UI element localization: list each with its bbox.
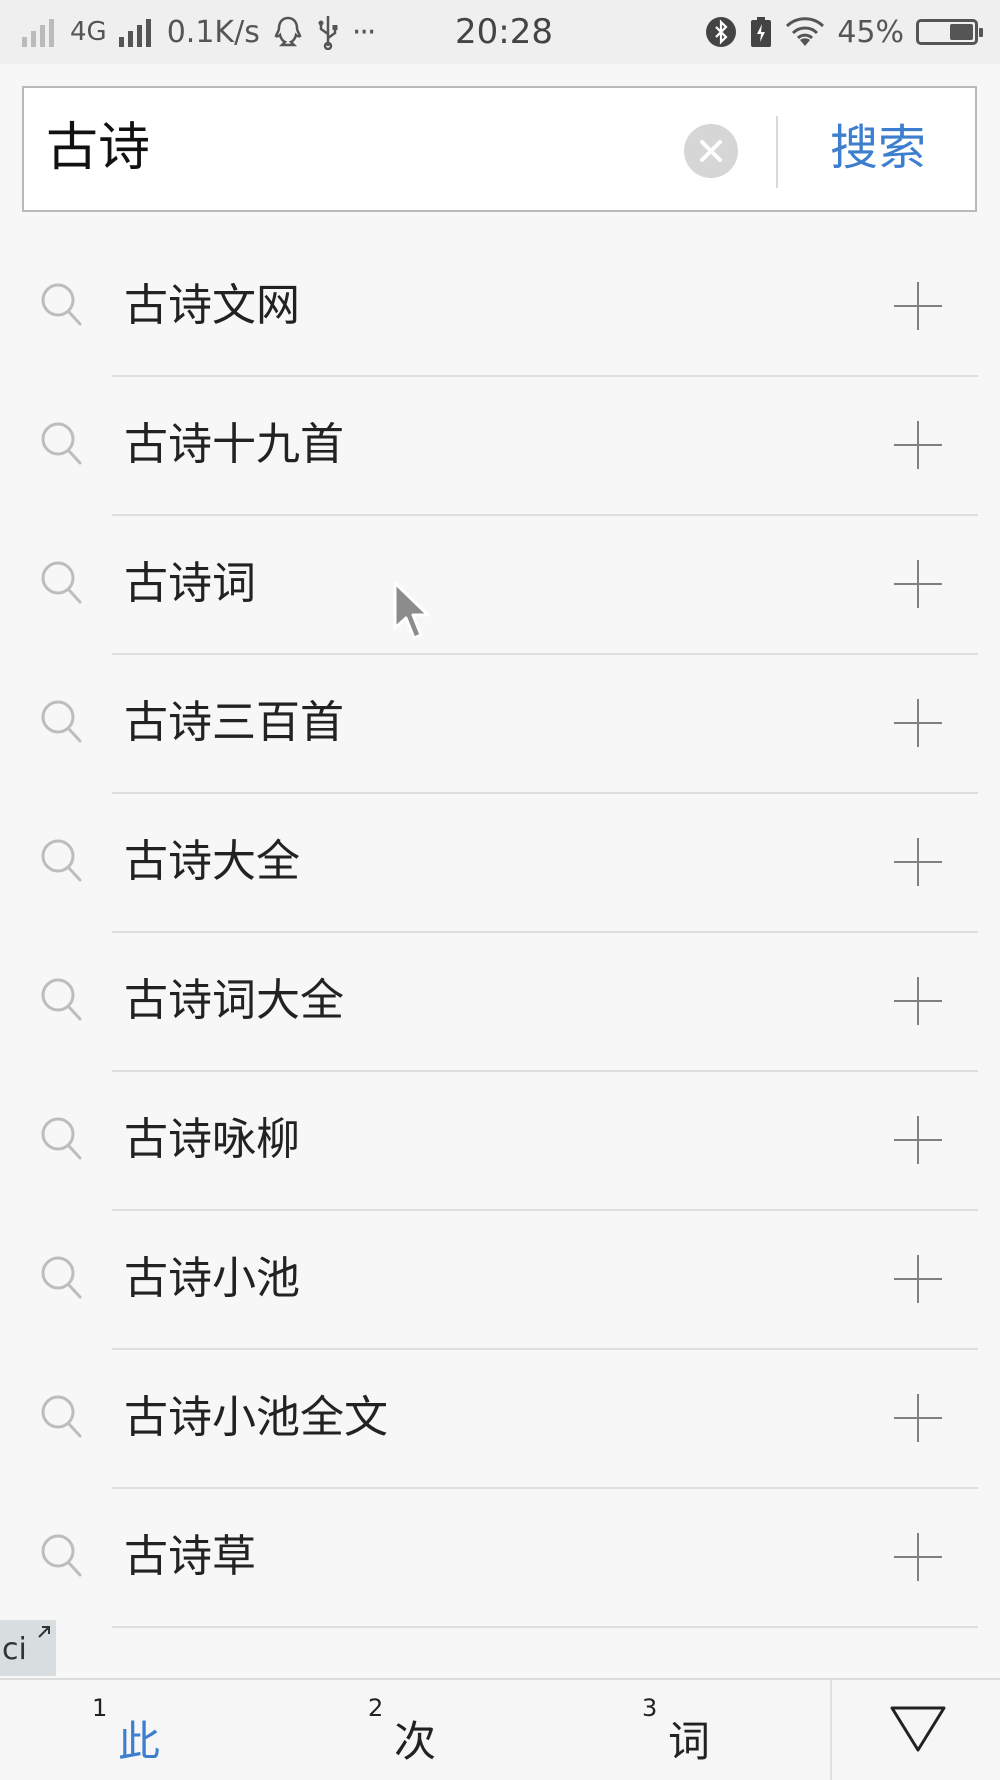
fill-query-plus-icon[interactable]: [894, 1394, 942, 1442]
more-notifications-icon: ···: [351, 14, 377, 50]
bluetooth-icon: [706, 17, 737, 47]
expand-arrow-icon: [38, 1626, 50, 1638]
suggestion-item[interactable]: 古诗文网: [0, 238, 1000, 377]
suggestion-item[interactable]: 古诗三百首: [0, 655, 1000, 794]
search-icon: [41, 1395, 82, 1438]
search-icon: [41, 839, 82, 882]
suggestion-list: 古诗文网古诗十九首古诗词古诗三百首古诗大全古诗词大全古诗咏柳古诗小池古诗小池全文…: [0, 238, 1000, 1628]
fill-query-plus-icon[interactable]: [894, 421, 942, 469]
search-input[interactable]: 古诗: [46, 116, 150, 180]
candidate-3[interactable]: 3 词: [642, 1694, 711, 1769]
divider: [776, 116, 778, 188]
battery-percent: 45%: [837, 14, 904, 50]
fill-query-plus-icon[interactable]: [894, 699, 942, 747]
suggestion-item[interactable]: 古诗草: [0, 1489, 1000, 1628]
status-bar: 4G 0.1K/s ··· 20:28 45%: [0, 0, 1000, 64]
search-icon: [41, 700, 82, 743]
search-icon: [41, 283, 82, 326]
suggestion-text: 古诗咏柳: [124, 1114, 300, 1165]
candidate-2[interactable]: 2 次: [368, 1694, 437, 1769]
fill-query-plus-icon[interactable]: [894, 838, 942, 886]
suggestion-item[interactable]: 古诗词大全: [0, 933, 1000, 1072]
fill-query-plus-icon[interactable]: [894, 1116, 942, 1164]
suggestion-item[interactable]: 古诗大全: [0, 794, 1000, 933]
search-icon: [41, 978, 82, 1021]
suggestion-text: 古诗小池全文: [124, 1392, 388, 1443]
collapse-keyboard-button[interactable]: [830, 1680, 1000, 1780]
network-speed: 0.1K/s: [166, 14, 260, 50]
suggestion-item[interactable]: 古诗小池全文: [0, 1350, 1000, 1489]
signal-weak-icon: [22, 17, 58, 47]
suggestion-text: 古诗大全: [124, 836, 300, 887]
suggestion-text: 古诗小池: [124, 1253, 300, 1304]
candidate-word: 词: [668, 1717, 711, 1766]
suggestion-text: 古诗词: [124, 558, 256, 609]
candidate-index: 1: [92, 1694, 108, 1722]
clock: 20:28: [455, 12, 553, 52]
candidate-1[interactable]: 1 此: [92, 1694, 161, 1769]
suggestion-text: 古诗文网: [124, 280, 300, 331]
suggestion-item[interactable]: 古诗咏柳: [0, 1072, 1000, 1211]
search-icon: [41, 1534, 82, 1577]
fill-query-plus-icon[interactable]: [894, 977, 942, 1025]
triangle-down-icon: [890, 1706, 946, 1752]
search-icon: [41, 561, 82, 604]
suggestion-item[interactable]: 古诗词: [0, 516, 1000, 655]
candidate-word: 此: [118, 1717, 161, 1766]
suggestion-item[interactable]: 古诗十九首: [0, 377, 1000, 516]
ime-candidate-bar: 1 此 2 次 3 词: [0, 1678, 1000, 1780]
wifi-icon: [786, 17, 825, 46]
fill-query-plus-icon[interactable]: [894, 1533, 942, 1581]
network-type: 4G: [70, 17, 107, 47]
suggestion-text: 古诗草: [124, 1531, 256, 1582]
suggestion-text: 古诗词大全: [124, 975, 344, 1026]
mouse-cursor-icon: [393, 581, 430, 640]
fill-query-plus-icon[interactable]: [894, 560, 942, 608]
candidate-index: 3: [642, 1694, 658, 1722]
signal-strong-icon: [118, 17, 155, 47]
candidate-index: 2: [368, 1694, 384, 1722]
suggestion-item[interactable]: 古诗小池: [0, 1211, 1000, 1350]
clear-button[interactable]: [684, 124, 738, 178]
fill-query-plus-icon[interactable]: [894, 282, 942, 330]
search-button[interactable]: 搜索: [830, 116, 926, 180]
search-icon: [41, 1256, 82, 1299]
battery-saver-icon: [751, 17, 772, 47]
usb-icon: [318, 16, 338, 50]
candidate-word: 次: [394, 1717, 437, 1766]
qq-icon: [274, 16, 302, 47]
ime-mode-label: ci: [2, 1632, 27, 1667]
ime-mode-toggle[interactable]: ci: [0, 1620, 56, 1676]
fill-query-plus-icon[interactable]: [894, 1255, 942, 1303]
close-icon: [700, 140, 722, 162]
suggestion-text: 古诗十九首: [124, 419, 344, 470]
search-icon: [41, 422, 82, 465]
search-bar: 古诗 搜索: [22, 86, 977, 212]
suggestion-text: 古诗三百首: [124, 697, 344, 748]
battery-icon: [916, 19, 983, 45]
search-icon: [41, 1117, 82, 1160]
row-divider: [112, 1626, 978, 1628]
